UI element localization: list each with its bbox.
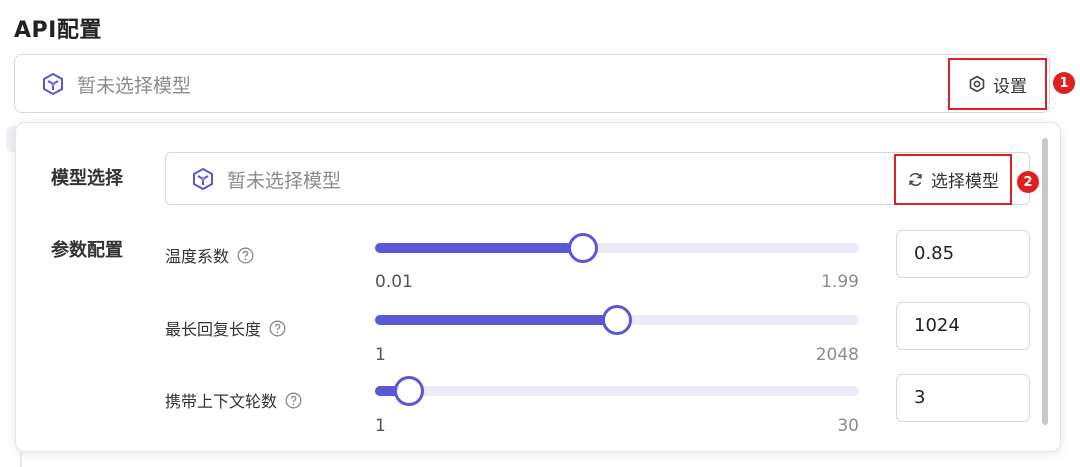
slider-max-label: 1.99 [821,272,859,292]
params-section-label: 参数配置 [51,240,123,261]
slider-min-label: 1 [375,416,386,436]
param-label-temperature: 温度系数 [165,243,254,267]
temperature-input[interactable]: 0.85 [896,230,1030,278]
model-select-placeholder: 暂未选择模型 [227,170,342,192]
param-label-text: 温度系数 [165,247,230,266]
slider-max-label: 2048 [815,345,859,365]
slider-min-label: 0.01 [375,272,413,292]
help-icon[interactable] [269,320,286,337]
param-label-max-length: 最长回复长度 [165,316,286,340]
model-logo-icon [41,72,65,96]
gear-icon [968,75,986,93]
annotation-marker-1: 1 [1053,72,1075,94]
choose-model-button-label: 选择模型 [931,172,999,192]
slider-thumb[interactable] [568,233,599,263]
model-section-label: 模型选择 [51,168,123,189]
slider-thumb[interactable] [602,305,632,335]
divider [20,452,22,467]
help-icon[interactable] [237,247,254,264]
top-model-select[interactable]: 暂未选择模型 [14,54,1050,113]
settings-button-label: 设置 [993,76,1027,97]
slider-fill [375,315,617,325]
page-title: API配置 [14,18,102,43]
temperature-slider[interactable] [375,233,859,263]
choose-model-button[interactable]: 选择模型 [894,154,1012,205]
context-rounds-slider[interactable] [375,376,859,406]
refresh-icon [907,171,924,188]
param-label-context-rounds: 携带上下文轮数 [165,388,302,412]
param-label-text: 携带上下文轮数 [165,392,278,411]
max-length-input[interactable]: 1024 [896,302,1030,350]
slider-min-label: 1 [375,345,386,365]
context-rounds-input[interactable]: 3 [896,374,1030,422]
model-logo-icon [191,167,215,191]
panel-scrollbar[interactable] [1042,138,1048,425]
top-select-placeholder: 暂未选择模型 [77,75,192,97]
help-icon[interactable] [285,392,302,409]
annotation-marker-2: 2 [1017,171,1039,193]
slider-thumb[interactable] [393,376,424,406]
slider-max-label: 30 [837,416,859,436]
param-label-text: 最长回复长度 [165,320,262,339]
slider-fill [375,243,584,253]
settings-button[interactable]: 设置 [948,58,1047,110]
max-length-slider[interactable] [375,305,859,335]
